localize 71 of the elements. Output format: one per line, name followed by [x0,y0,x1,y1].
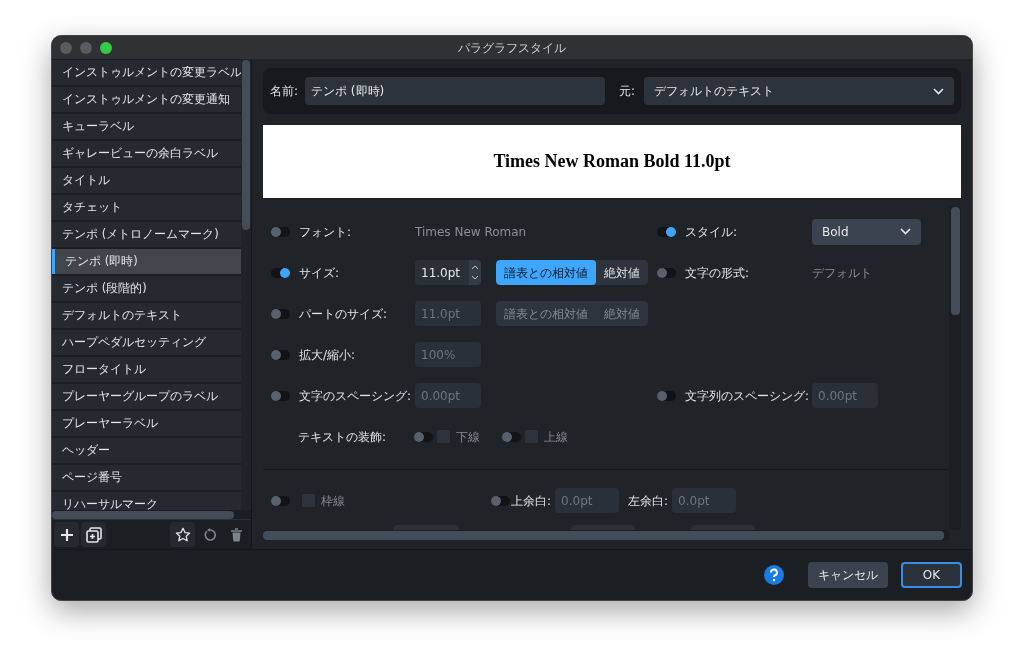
style-list-item[interactable]: キューラベル [52,114,241,139]
setting-label: 文字のスペーシング: [299,387,413,405]
style-list-item[interactable]: ハープペダルセッティング [52,330,241,355]
name-label: 名前: [270,83,299,100]
revert-icon [202,527,217,542]
style-list-item[interactable]: フロータイトル [52,357,241,382]
toggle-switch[interactable] [657,226,676,237]
scrollbar[interactable] [263,530,949,540]
based-on-dropdown[interactable]: デフォルトのテキスト [644,77,954,105]
input-field[interactable]: 11.0pt [415,260,481,285]
border-label: 枠線 [321,492,346,510]
style-list-item[interactable]: ヘッダー [52,438,241,463]
duplicate-button[interactable] [81,522,106,548]
setting-label: サイズ: [299,264,341,282]
duplicate-icon [85,526,102,543]
window-title: パラグラフスタイル [458,39,566,57]
help-icon[interactable] [764,565,784,585]
style-list-item[interactable]: タイトル [52,168,241,193]
option-label: 下線 [456,428,480,446]
toggle-switch[interactable] [491,495,510,506]
chevron-down-icon [900,228,911,235]
style-list-item[interactable]: タチェット [52,195,241,220]
style-list-item[interactable]: テンポ (段階的) [52,276,241,301]
style-list-item[interactable]: インストゥルメントの変更通知 [52,87,241,112]
star-icon [174,526,191,543]
setting-label: パートのサイズ: [299,305,389,323]
style-list-item[interactable]: テンポ (メトロノームマーク) [52,222,241,247]
based-on-label: 元: [619,83,636,100]
option-label: 上線 [544,428,568,446]
setting-label: テキストの装飾: [298,428,388,446]
name-field[interactable]: テンポ (即時) [305,77,606,105]
setting-label: 拡大/縮小: [299,346,357,364]
toggle-switch[interactable] [502,431,521,442]
minimize-window-button[interactable] [80,41,92,54]
style-list-item[interactable]: インストゥルメントの変更ラベル [52,60,241,85]
style-list-item[interactable]: プレーヤーグループのラベル [52,384,241,409]
style-list-item[interactable]: テンポ (即時) [52,249,241,274]
toggle-switch[interactable] [271,267,290,278]
setting-label: スタイル: [685,223,739,241]
style-list-item[interactable]: リハーサルマーク [52,492,241,511]
add-icon [59,527,74,542]
star-button[interactable] [170,522,195,548]
preview-text: Times New Roman Bold 11.0pt [493,150,731,173]
margin-label: 上余白: [511,492,552,510]
style-list-item[interactable]: プレーヤーラベル [52,411,241,436]
toggle-switch[interactable] [657,267,676,278]
value-text: Times New Roman [415,223,527,241]
toggle-switch[interactable] [271,226,290,237]
value-text: デフォルト [812,264,872,282]
trash-icon [230,527,243,542]
ok-button[interactable]: OK [901,562,962,588]
cancel-button[interactable]: キャンセル [808,562,888,588]
setting-label: 文字の形式: [685,264,751,282]
margin-label: 左余白: [628,492,669,510]
chevron-down-icon [933,87,944,95]
setting-label: 文字列のスペーシング: [685,387,811,405]
toggle-switch[interactable] [414,431,433,442]
style-list-item[interactable]: ページ番号 [52,465,241,490]
toggle-switch[interactable] [271,495,290,506]
setting-label: フォント: [299,223,353,241]
style-list-item[interactable]: ギャレービューの余白ラベル [52,141,241,166]
unit-option[interactable]: 譜表との相対値 [496,260,596,285]
close-window-button[interactable] [60,41,72,54]
style-dropdown[interactable]: Bold [812,218,921,245]
scrollbar[interactable] [241,59,251,511]
add-button[interactable] [54,522,79,548]
spinner-arrows-icon[interactable] [469,260,481,285]
unit-option[interactable]: 絶対値 [596,260,648,285]
style-list-item[interactable]: デフォルトのテキスト [52,303,241,328]
scrollbar[interactable] [949,206,961,530]
zoom-window-button[interactable] [100,41,112,54]
